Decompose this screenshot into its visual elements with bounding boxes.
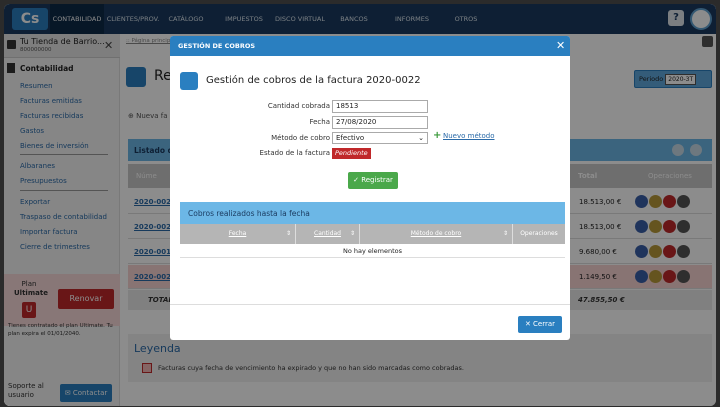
sort-icon: ⇕: [502, 230, 508, 237]
payments-columns: Fecha ⇕ Cantidad ⇕ Método de cobro ⇕ Operac…: [180, 224, 565, 244]
col-metodo-label: Método de cobro: [410, 230, 462, 237]
modal-header: GESTIÓN DE COBROS ✕: [170, 36, 570, 56]
status-badge: Pendiente: [332, 148, 371, 159]
date-label: Fecha: [309, 118, 330, 126]
status-label: Estado de la factura: [259, 149, 330, 157]
new-method-link[interactable]: Nuevo método: [443, 132, 495, 140]
register-button[interactable]: ✓ Registrar: [348, 172, 398, 189]
payments-title: Cobros realizados hasta la fecha: [188, 209, 310, 218]
col-fecha-label: Fecha: [228, 230, 247, 237]
chevron-down-icon: ⌄: [418, 134, 424, 142]
col-cantidad-label: Cantidad: [314, 230, 341, 237]
close-label: Cerrar: [533, 320, 556, 328]
close-button[interactable]: ✕ Cerrar: [518, 316, 562, 333]
col-fecha[interactable]: Fecha ⇕: [180, 224, 296, 244]
method-select[interactable]: Efectivo ⌄: [332, 132, 428, 144]
sort-icon: ⇕: [349, 230, 355, 237]
modal-footer-divider: [170, 304, 570, 305]
plus-icon[interactable]: +: [433, 130, 441, 141]
modal-title: Gestión de cobros de la factura 2020-002…: [206, 75, 421, 86]
amount-input[interactable]: 18513: [332, 100, 428, 113]
modal-header-title: GESTIÓN DE COBROS: [178, 42, 256, 50]
close-icon[interactable]: ✕: [556, 39, 565, 52]
amount-label: Cantidad cobrada: [267, 102, 330, 110]
method-label: Método de cobro: [271, 134, 330, 142]
col-cantidad[interactable]: Cantidad ⇕: [296, 224, 360, 244]
method-value: Efectivo: [336, 134, 365, 142]
payments-modal: GESTIÓN DE COBROS ✕ Gestión de cobros de…: [170, 36, 570, 340]
col-operaciones: Operaciones: [520, 230, 558, 237]
sort-icon: ⇕: [285, 230, 291, 237]
coins-icon: [180, 72, 198, 90]
date-input[interactable]: 27/08/2020: [332, 116, 428, 129]
register-label: Registrar: [361, 176, 393, 184]
col-metodo[interactable]: Método de cobro ⇕: [360, 224, 513, 244]
payments-header: Cobros realizados hasta la fecha: [180, 202, 565, 224]
app-window: Cs CONTABILIDAD CLIENTES/PROV. CATÁLOGO …: [4, 4, 716, 406]
empty-message: No hay elementos: [180, 244, 565, 258]
